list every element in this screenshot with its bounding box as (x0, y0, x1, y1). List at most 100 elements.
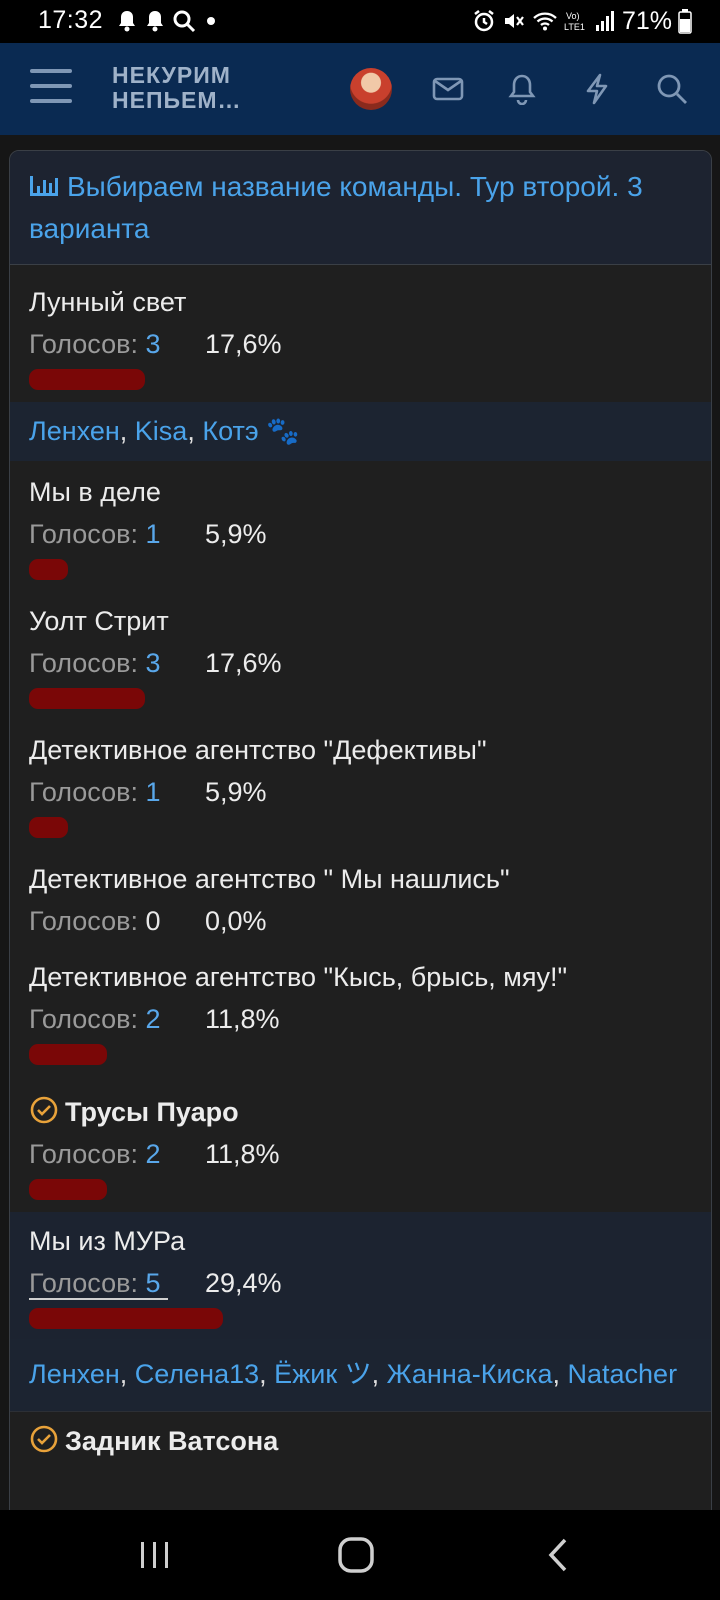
option-votes: Голосов: 3 17,6% (29, 327, 711, 361)
option-name: Лунный свет (29, 287, 187, 317)
menu-icon[interactable] (30, 69, 72, 109)
votes-percent: 17,6% (205, 648, 282, 678)
option-name: Мы в деле (29, 477, 161, 507)
option-name-text: Задник Ватсона (65, 1426, 279, 1456)
votes-label: Голосов: (29, 329, 138, 359)
poll-option[interactable]: Уолт Стрит Голосов: 3 17,6% (10, 592, 711, 721)
option-name: Детективное агентство "Кысь, брысь, мяу!… (29, 962, 568, 992)
notification-bell-icon (119, 11, 135, 32)
poll-option[interactable]: Трусы Пуаро Голосов: 2 11,8% (10, 1077, 711, 1212)
votes-label: Голосов: (29, 648, 138, 678)
option-votes: Голосов: 2 11,8% (29, 1002, 711, 1036)
option-name-text: Трусы Пуаро (65, 1097, 239, 1127)
poll-option[interactable]: Лунный свет Голосов: 3 17,6% (10, 265, 711, 402)
voter-link[interactable]: Kisa (135, 416, 188, 446)
dot-icon (207, 17, 215, 25)
alarm-icon (474, 10, 494, 32)
voter-link[interactable]: Котэ 🐾 (202, 416, 299, 446)
votes-count[interactable]: 1 (146, 519, 161, 549)
option-votes: Голосов: 0 0,0% (29, 904, 711, 938)
poll-header: Выбираем название команды. Тур второй. 3… (10, 151, 711, 265)
voter-link[interactable]: Ёжик ツ (274, 1359, 371, 1389)
system-nav-bar (0, 1510, 720, 1600)
vote-bar (29, 817, 68, 838)
option-votes: Голосов: 5 29,4% (29, 1266, 711, 1300)
votes-label: Голосов: (29, 1004, 138, 1034)
logo-line-2: НЕПЬЕМ… (112, 87, 242, 113)
votes-percent: 11,8% (205, 1004, 280, 1034)
check-circle-icon (30, 1425, 58, 1453)
app-header: НЕКУРИМ НЕПЬЕМ… (0, 43, 720, 135)
voter-link[interactable]: Ленхен (29, 1359, 120, 1389)
search-notification-icon (173, 10, 196, 33)
poll-title-text: Выбираем название команды. Тур второй. 3… (29, 171, 643, 244)
votes-percent: 17,6% (205, 329, 282, 359)
poll-option[interactable]: Мы в деле Голосов: 1 5,9% (10, 461, 711, 592)
battery-icon (678, 9, 692, 34)
votes-link[interactable]: Голосов: 5 (29, 1268, 169, 1300)
vote-bar (29, 1044, 107, 1065)
poll-option[interactable]: Детективное агентство "Дефективы" Голосо… (10, 721, 711, 850)
option-name: Задник Ватсона (29, 1424, 711, 1458)
votes-label: Голосов: (29, 1268, 138, 1298)
voter-link[interactable]: Жанна-Киска (387, 1359, 553, 1389)
logo-line-1: НЕКУРИМ (112, 62, 231, 88)
poll-card: Выбираем название команды. Тур второй. 3… (9, 150, 712, 1600)
lightning-icon[interactable] (577, 69, 617, 109)
votes-percent: 11,8% (205, 1139, 280, 1169)
vote-bar (29, 1179, 107, 1200)
poll-chart-icon (30, 176, 58, 196)
notification-bell-icon (147, 11, 163, 32)
votes-count: 0 (145, 906, 161, 936)
option-votes: Голосов: 3 17,6% (29, 646, 711, 680)
poll-option[interactable]: Мы из МУРа Голосов: 5 29,4% (10, 1212, 711, 1339)
signal-icon (595, 11, 614, 31)
volte-icon: Vo)LTE1 (564, 11, 585, 32)
wifi-icon (533, 12, 557, 31)
svg-text:LTE1: LTE1 (564, 22, 585, 32)
mail-icon[interactable] (428, 69, 468, 109)
poll-option[interactable]: Задник Ватсона (10, 1411, 711, 1458)
voter-link[interactable]: Ленхен (29, 416, 120, 446)
voters-list: Ленхен, Kisa, Котэ 🐾 (10, 402, 711, 461)
voter-link[interactable]: Селена13 (135, 1359, 259, 1389)
option-votes: Голосов: 2 11,8% (29, 1137, 711, 1171)
votes-percent: 5,9% (205, 777, 267, 807)
search-icon[interactable] (652, 69, 692, 109)
votes-count[interactable]: 2 (146, 1004, 161, 1034)
check-circle-icon (30, 1096, 58, 1124)
vote-bar (29, 688, 145, 709)
bell-icon[interactable] (502, 69, 542, 109)
vote-bar (29, 1308, 223, 1329)
site-logo[interactable]: НЕКУРИМ НЕПЬЕМ… (112, 63, 242, 113)
votes-label: Голосов: (29, 906, 138, 936)
votes-count[interactable]: 5 (146, 1268, 161, 1298)
avatar[interactable] (350, 68, 392, 110)
option-name: Мы из МУРа (29, 1226, 186, 1256)
option-name: Детективное агентство " Мы нашлись" (29, 864, 510, 894)
status-bar: 17:32 Vo) LTE1 71% (0, 0, 720, 43)
mute-icon (504, 14, 524, 28)
recent-apps-icon[interactable] (125, 1530, 185, 1580)
home-icon[interactable] (326, 1530, 386, 1580)
votes-percent: 5,9% (205, 519, 267, 549)
voter-link[interactable]: Natacher (568, 1359, 678, 1389)
status-time: 17:32 (38, 6, 104, 34)
votes-count[interactable]: 3 (146, 329, 161, 359)
votes-count[interactable]: 1 (146, 777, 161, 807)
votes-count[interactable]: 2 (146, 1139, 161, 1169)
status-notification-icons (116, 6, 220, 36)
poll-option[interactable]: Детективное агентство " Мы нашлись" Голо… (10, 850, 711, 946)
option-name: Трусы Пуаро (29, 1095, 711, 1129)
votes-count[interactable]: 3 (146, 648, 161, 678)
back-icon[interactable] (528, 1530, 588, 1580)
votes-label: Голосов: (29, 777, 138, 807)
voters-list: Ленхен, Селена13, Ёжик ツ, Жанна-Киска, N… (10, 1339, 711, 1411)
votes-percent: 0,0% (205, 906, 267, 936)
option-votes: Голосов: 1 5,9% (29, 775, 711, 809)
status-system-icons: Vo) LTE1 71% (472, 4, 692, 38)
vote-bar (29, 369, 145, 390)
poll-option[interactable]: Детективное агентство "Кысь, брысь, мяу!… (10, 946, 711, 1077)
vote-bar (29, 559, 68, 580)
votes-label: Голосов: (29, 519, 138, 549)
